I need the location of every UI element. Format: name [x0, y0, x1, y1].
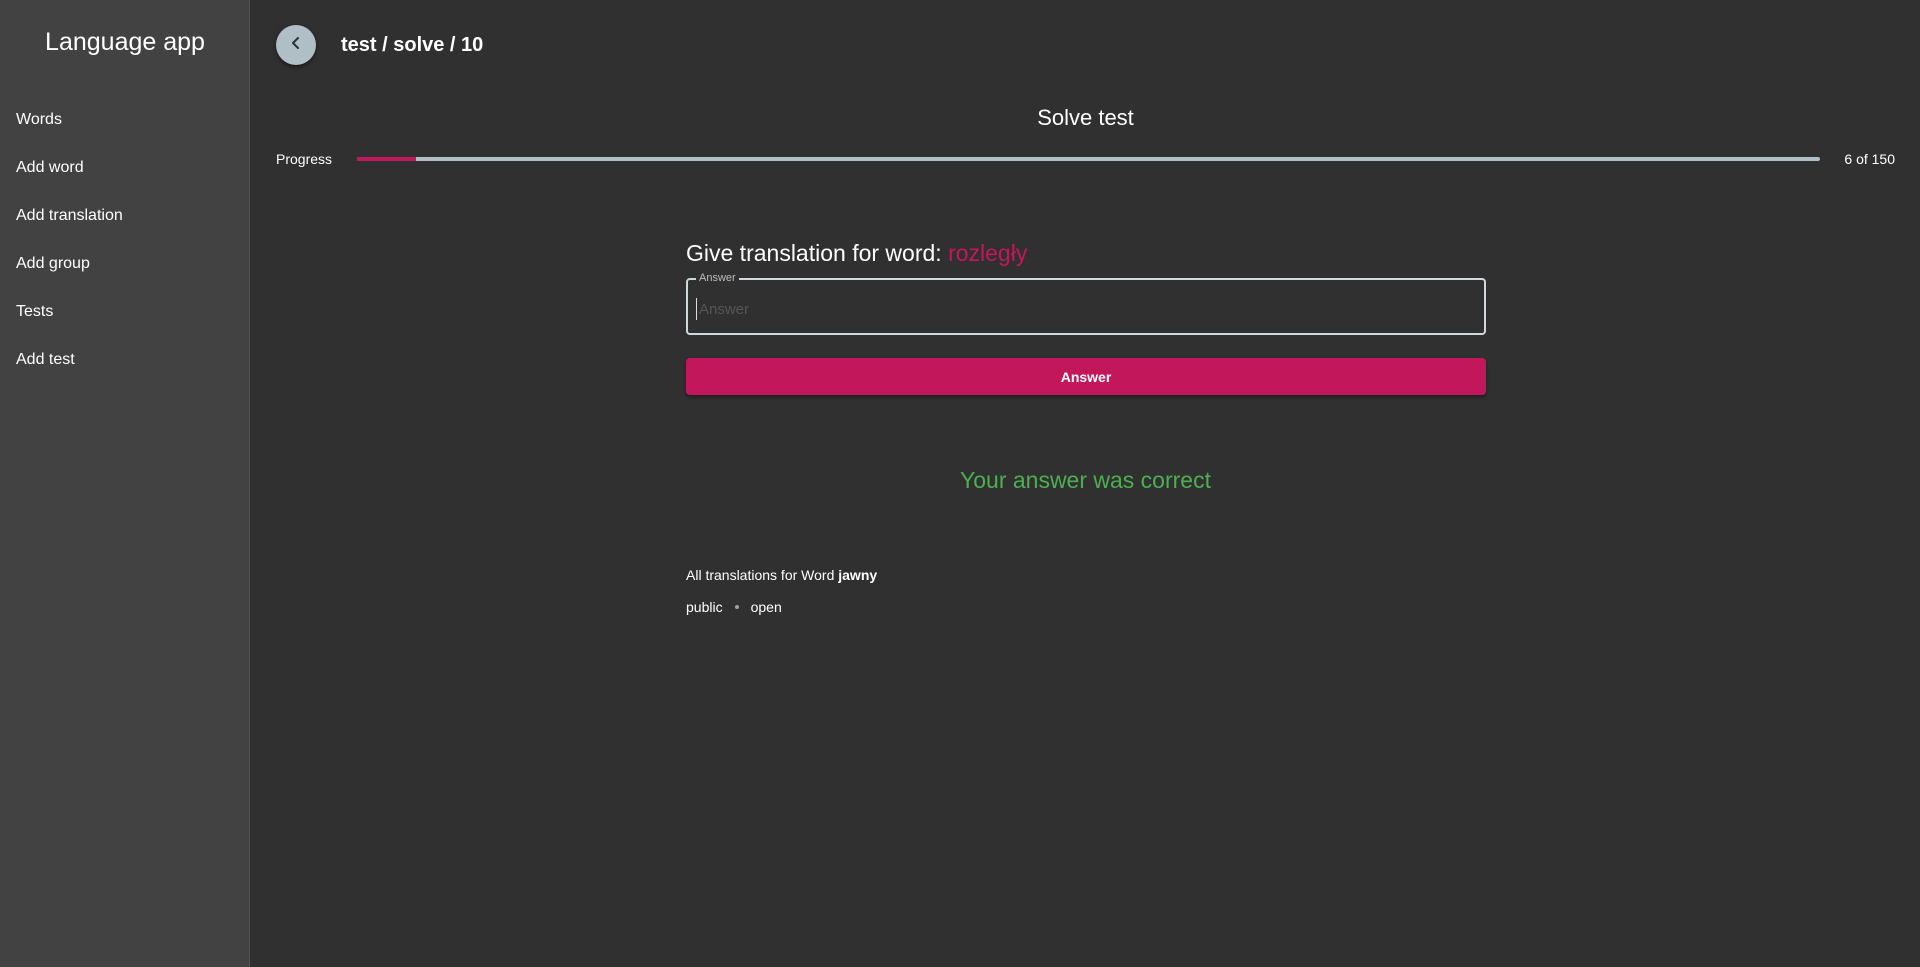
back-button[interactable] [276, 25, 316, 65]
progress-label: Progress [276, 151, 333, 167]
sidebar-nav: Words Add word Add translation Add group… [0, 96, 249, 384]
translations-section: All translations for Word jawny public o… [686, 566, 1486, 616]
app: Language app Words Add word Add translat… [0, 0, 1920, 967]
breadcrumb: test / solve / 10 [341, 34, 484, 56]
sidebar-item-add-group[interactable]: Add group [0, 240, 249, 288]
progress-bar-fill [357, 157, 416, 161]
answer-input[interactable] [696, 298, 1469, 320]
sidebar-item-tests[interactable]: Tests [0, 288, 249, 336]
separator-dot [734, 605, 739, 609]
translations-heading: All translations for Word jawny [686, 566, 1486, 584]
app-title: Language app [45, 28, 205, 56]
answer-feedback: Your answer was correct [960, 467, 1211, 493]
question-prefix: Give translation for word: [686, 240, 949, 266]
translations-heading-prefix: All translations for Word [686, 567, 839, 583]
translation-item: public [686, 599, 723, 615]
question-block: Give translation for word: rozległy Answ… [686, 238, 1486, 395]
question-text: Give translation for word: rozległy [686, 238, 1486, 268]
page-title: Solve test [1037, 105, 1134, 130]
sidebar-item-add-test[interactable]: Add test [0, 336, 249, 384]
main-content: test / solve / 10 Solve test Progress 6 … [251, 0, 1920, 967]
answer-field: Answer [686, 271, 1486, 335]
translation-item: open [750, 599, 782, 615]
answer-field-label: Answer [696, 271, 739, 285]
progress-bar [357, 157, 1820, 161]
answer-button[interactable]: Answer [686, 358, 1486, 395]
question-word: rozległy [948, 240, 1028, 266]
translations-list: public open [686, 598, 1486, 616]
sidebar-item-add-word[interactable]: Add word [0, 144, 249, 192]
progress-count: 6 of 150 [1844, 151, 1895, 167]
sidebar-item-words[interactable]: Words [0, 96, 249, 144]
translations-word: jawny [838, 567, 878, 583]
sidebar-item-add-translation[interactable]: Add translation [0, 192, 249, 240]
chevron-left-icon [289, 36, 303, 55]
sidebar: Language app Words Add word Add translat… [0, 0, 250, 967]
